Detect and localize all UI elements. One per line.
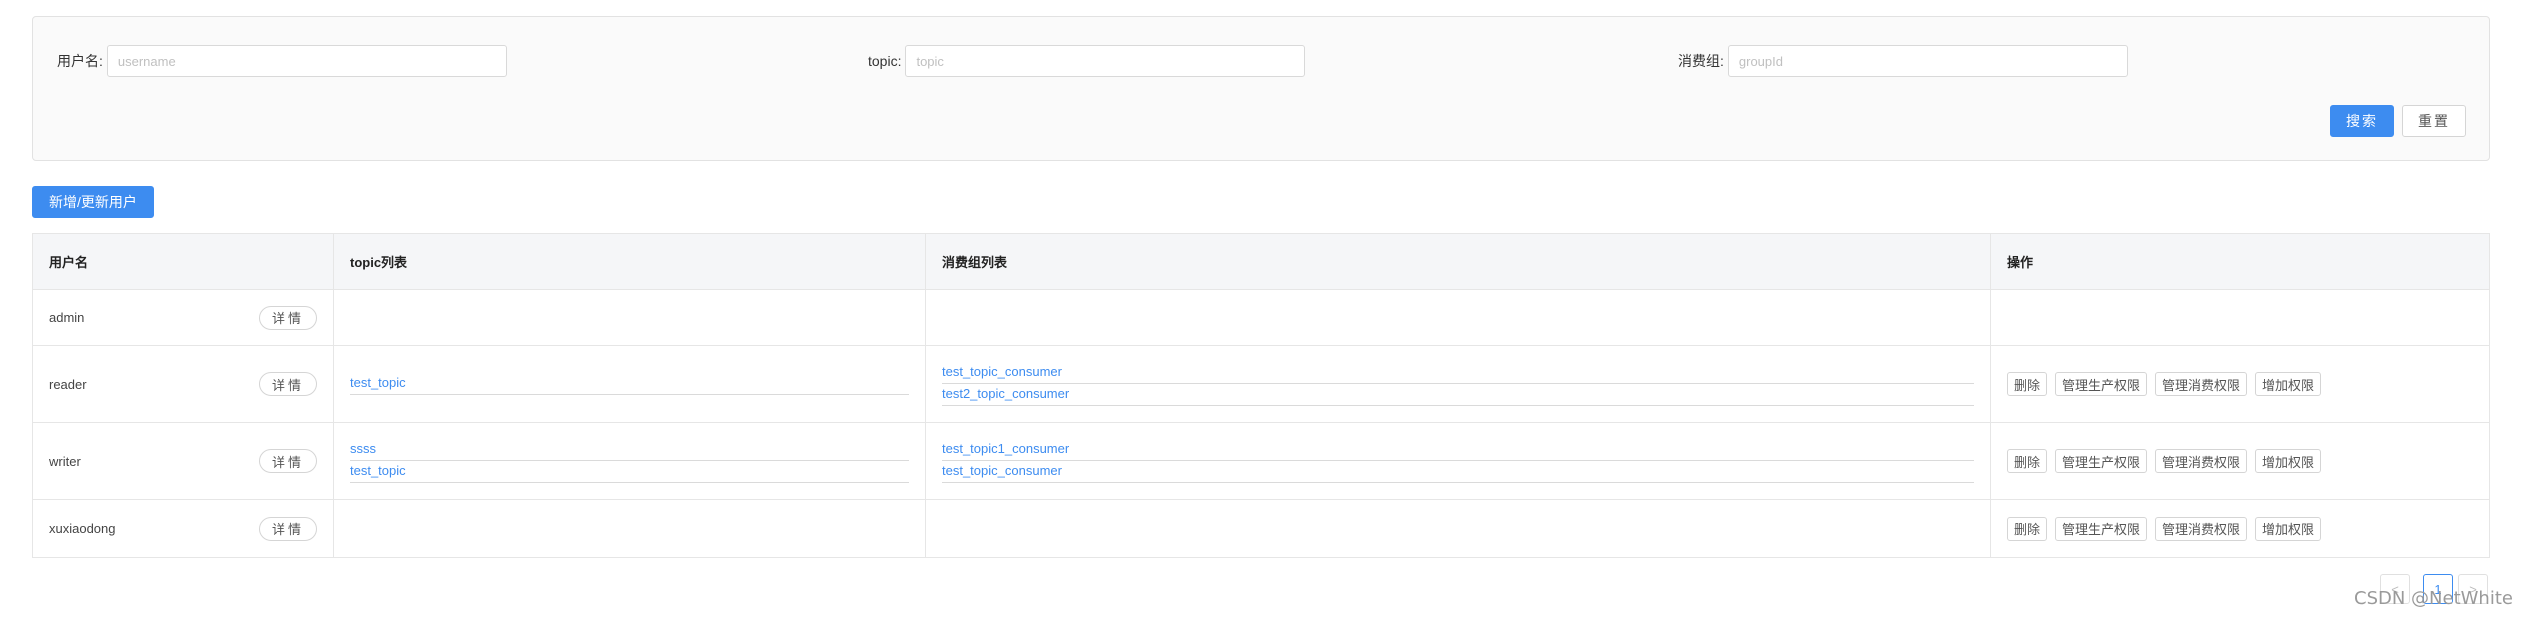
table-header: 用户名 topic列表 消费组列表 操作 xyxy=(33,234,2489,290)
topic-link[interactable]: ssss xyxy=(350,439,909,461)
group-list-cell: test_topic1_consumer test_topic_consumer xyxy=(926,423,1991,499)
search-panel: 用户名: topic: 消费组: 搜索 重置 xyxy=(32,16,2490,161)
group-field: 消费组: xyxy=(1678,45,2128,77)
delete-button[interactable]: 删除 xyxy=(2007,372,2048,396)
add-update-user-button[interactable]: 新增/更新用户 xyxy=(32,186,154,218)
group-input[interactable] xyxy=(1727,45,2128,77)
topic-input[interactable] xyxy=(905,45,1306,77)
table-row: admin 详情 xyxy=(33,290,2489,346)
topic-list-cell: ssss test_topic xyxy=(334,423,926,499)
username-cell: writer 详情 xyxy=(33,423,334,499)
group-list-cell xyxy=(926,500,1991,557)
add-permission-button[interactable]: 增加权限 xyxy=(2255,449,2322,473)
delete-button[interactable]: 删除 xyxy=(2007,449,2048,473)
manage-produce-permission-button[interactable]: 管理生产权限 xyxy=(2055,449,2148,473)
delete-button[interactable]: 删除 xyxy=(2007,516,2048,541)
username-text: writer xyxy=(49,453,81,469)
actions-cell: 删除 管理生产权限 管理消费权限 增加权限 xyxy=(1991,500,2489,557)
manage-consume-permission-button[interactable]: 管理消费权限 xyxy=(2155,516,2248,541)
manage-consume-permission-button[interactable]: 管理消费权限 xyxy=(2155,449,2248,473)
username-cell: admin 详情 xyxy=(33,290,334,345)
table-row: writer 详情 ssss test_topic test_topic1_co… xyxy=(33,423,2489,500)
username-cell: reader 详情 xyxy=(33,346,334,422)
actions-cell xyxy=(1991,290,2489,345)
header-actions: 操作 xyxy=(2007,255,2034,270)
group-label: 消费组: xyxy=(1678,53,1724,69)
topic-list-cell xyxy=(334,290,926,345)
header-groups: 消费组列表 xyxy=(926,234,1991,289)
add-permission-button[interactable]: 增加权限 xyxy=(2255,372,2322,396)
watermark: CSDN @NetWhite xyxy=(2354,588,2513,609)
table-row: reader 详情 test_topic test_topic_consumer… xyxy=(33,346,2489,423)
username-input[interactable] xyxy=(106,45,507,77)
header-username: 用户名 xyxy=(33,234,334,289)
detail-button[interactable]: 详情 xyxy=(259,372,317,396)
detail-button[interactable]: 详情 xyxy=(259,516,317,541)
topic-list-cell: test_topic xyxy=(334,346,926,422)
table-row: xuxiaodong 详情 删除 管理生产权限 管理消费权限 增加权限 xyxy=(33,500,2489,557)
group-list-cell xyxy=(926,290,1991,345)
group-link[interactable]: test_topic_consumer xyxy=(942,461,1974,483)
topic-link[interactable]: test_topic xyxy=(350,461,909,483)
reset-button[interactable]: 重置 xyxy=(2402,105,2466,137)
group-link[interactable]: test_topic1_consumer xyxy=(942,439,1974,461)
actions-cell: 删除 管理生产权限 管理消费权限 增加权限 xyxy=(1991,346,2489,422)
topic-label: topic: xyxy=(868,53,902,69)
username-cell: xuxiaodong 详情 xyxy=(33,500,334,557)
user-table: 用户名 topic列表 消费组列表 操作 admin 详情 reader 详情 … xyxy=(32,233,2490,558)
manage-consume-permission-button[interactable]: 管理消费权限 xyxy=(2155,372,2248,396)
username-label: 用户名: xyxy=(57,53,103,69)
username-field: 用户名: xyxy=(57,45,507,77)
manage-produce-permission-button[interactable]: 管理生产权限 xyxy=(2055,372,2148,396)
add-permission-button[interactable]: 增加权限 xyxy=(2255,516,2322,541)
actions-cell: 删除 管理生产权限 管理消费权限 增加权限 xyxy=(1991,423,2489,499)
username-text: reader xyxy=(49,376,87,392)
group-link[interactable]: test_topic_consumer xyxy=(942,362,1974,384)
detail-button[interactable]: 详情 xyxy=(259,449,317,473)
topic-list-cell xyxy=(334,500,926,557)
manage-produce-permission-button[interactable]: 管理生产权限 xyxy=(2055,516,2148,541)
header-topics: topic列表 xyxy=(334,234,926,289)
group-list-cell: test_topic_consumer test2_topic_consumer xyxy=(926,346,1991,422)
search-button[interactable]: 搜索 xyxy=(2330,105,2394,137)
detail-button[interactable]: 详情 xyxy=(259,305,317,330)
username-text: admin xyxy=(49,310,85,325)
group-link[interactable]: test2_topic_consumer xyxy=(942,384,1974,406)
username-text: xuxiaodong xyxy=(49,521,116,536)
topic-field: topic: xyxy=(868,45,1306,77)
topic-link[interactable]: test_topic xyxy=(350,373,909,395)
